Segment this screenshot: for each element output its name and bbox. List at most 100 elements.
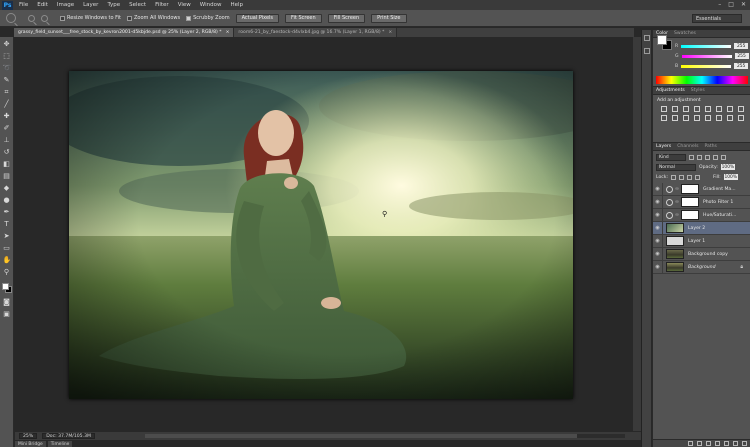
layer-mask-thumbnail[interactable] xyxy=(681,197,699,207)
menu-window[interactable]: Window xyxy=(200,2,222,8)
document-tab[interactable]: room6-21_by_faestock-d4vlxb4.jpg @ 16.7%… xyxy=(234,28,398,37)
menu-type[interactable]: Type xyxy=(107,2,120,8)
type-tool-icon[interactable]: T xyxy=(3,220,11,228)
document-image[interactable] xyxy=(69,71,573,399)
tab-swatches[interactable]: Swatches xyxy=(674,31,696,36)
minimize-button[interactable]: – xyxy=(718,1,721,8)
scrubby-zoom-checkbox[interactable]: Scrubby Zoom xyxy=(186,15,230,21)
brightness-contrast-icon[interactable] xyxy=(661,106,667,112)
zoom-tool-icon[interactable] xyxy=(6,13,16,23)
brush-tool-icon[interactable]: ✐ xyxy=(3,124,11,132)
print-size-button[interactable]: Print Size xyxy=(371,13,407,23)
posterize-icon[interactable] xyxy=(705,115,711,121)
checkbox-box[interactable] xyxy=(127,15,132,21)
layer-row-photo-filter[interactable]: ◉ ∞ Photo Filter 1 xyxy=(653,195,750,209)
tab-adjustments[interactable]: Adjustments xyxy=(656,88,685,93)
kind-filter-select[interactable]: Kind xyxy=(656,153,686,161)
lock-transparent-icon[interactable] xyxy=(671,174,677,180)
eye-icon[interactable]: ◉ xyxy=(653,208,663,222)
move-tool-icon[interactable]: ✥ xyxy=(3,40,11,48)
exposure-icon[interactable] xyxy=(694,106,700,112)
checkbox-box-checked[interactable] xyxy=(186,15,192,21)
clone-stamp-tool-icon[interactable]: ⊥ xyxy=(3,136,11,144)
trash-icon[interactable] xyxy=(742,441,747,446)
eyedropper-tool-icon[interactable]: ╱ xyxy=(3,100,11,108)
selective-color-icon[interactable] xyxy=(738,115,744,121)
menu-image[interactable]: Image xyxy=(57,2,74,8)
blur-tool-icon[interactable]: ◆ xyxy=(3,184,11,192)
curves-icon[interactable] xyxy=(683,106,689,112)
opacity-input[interactable]: 100% xyxy=(720,164,735,170)
eraser-tool-icon[interactable]: ◧ xyxy=(3,160,11,168)
menu-view[interactable]: View xyxy=(178,2,191,8)
menu-edit[interactable]: Edit xyxy=(37,2,48,8)
document-horizontal-scrollbar[interactable] xyxy=(145,434,625,438)
link-layers-icon[interactable] xyxy=(688,441,693,446)
document-tab-active[interactable]: grassy_field_sunset___free_stock_by_kevr… xyxy=(14,28,235,37)
filter-pixel-icon[interactable] xyxy=(689,154,694,160)
marquee-tool-icon[interactable]: ⬚ xyxy=(3,52,11,60)
layer-mask-thumbnail[interactable] xyxy=(681,210,699,220)
red-slider[interactable] xyxy=(681,44,732,48)
crop-tool-icon[interactable]: ⌗ xyxy=(3,88,11,96)
history-panel-icon[interactable] xyxy=(643,35,650,41)
menu-file[interactable]: File xyxy=(19,2,28,8)
new-group-icon[interactable] xyxy=(724,441,729,446)
menu-select[interactable]: Select xyxy=(129,2,146,8)
lock-position-icon[interactable] xyxy=(687,174,693,180)
layer-row-layer-1[interactable]: ◉ Layer 1 xyxy=(653,234,750,248)
layer-row-background[interactable]: ◉ Background 🔒︎ xyxy=(653,260,750,274)
layer-thumbnail[interactable] xyxy=(666,236,684,246)
eye-icon[interactable]: ◉ xyxy=(653,221,663,235)
zoom-tool-icon[interactable]: ⚲ xyxy=(3,268,11,276)
tab-layers[interactable]: Layers xyxy=(656,144,671,149)
canvas-area[interactable]: ⚲ xyxy=(15,38,633,431)
green-value[interactable]: 255 xyxy=(734,53,749,59)
layer-row-hue-saturation[interactable]: ◉ ∞ Hue/Saturati... xyxy=(653,208,750,222)
channel-mixer-icon[interactable] xyxy=(672,115,678,121)
path-select-tool-icon[interactable]: ➤ xyxy=(3,232,11,240)
layer-row-gradient-map[interactable]: ◉ ∞ Gradient Ma... xyxy=(653,182,750,196)
filter-adjustment-icon[interactable] xyxy=(697,154,702,160)
photo-filter-icon[interactable] xyxy=(661,115,667,121)
hue-saturation-icon[interactable] xyxy=(716,106,722,112)
eye-icon[interactable]: ◉ xyxy=(653,182,663,196)
zoom-level[interactable]: 25% xyxy=(19,433,38,439)
fit-screen-button[interactable]: Fit Screen xyxy=(285,13,322,23)
filter-smart-object-icon[interactable] xyxy=(721,154,726,160)
close-button[interactable]: ✕ xyxy=(741,1,746,8)
blue-value[interactable]: 255 xyxy=(734,63,749,69)
history-brush-tool-icon[interactable]: ↺ xyxy=(3,148,11,156)
red-value[interactable]: 255 xyxy=(734,43,749,49)
eye-icon[interactable]: ◉ xyxy=(653,195,663,209)
document-vertical-scrollbar[interactable] xyxy=(633,37,641,431)
zoom-out-icon[interactable] xyxy=(41,14,48,22)
gradient-map-icon[interactable] xyxy=(727,115,733,121)
close-icon[interactable]: × xyxy=(226,30,230,35)
eye-icon[interactable]: ◉ xyxy=(653,234,663,248)
add-mask-icon[interactable] xyxy=(706,441,711,446)
layer-row-background-copy[interactable]: ◉ Background copy xyxy=(653,247,750,261)
screen-mode-icon[interactable]: ▣ xyxy=(3,310,11,318)
invert-icon[interactable] xyxy=(694,115,700,121)
green-slider[interactable] xyxy=(681,54,732,58)
tab-paths[interactable]: Paths xyxy=(704,144,717,149)
color-swatches[interactable] xyxy=(1,282,13,294)
vibrance-icon[interactable] xyxy=(705,106,711,112)
fill-input[interactable]: 100% xyxy=(723,174,738,180)
document-size[interactable]: Doc: 37.7M/105.3M xyxy=(42,433,95,439)
layer-row-layer-2[interactable]: ◉ Layer 2 xyxy=(653,221,750,235)
layer-thumbnail[interactable] xyxy=(666,249,684,259)
healing-brush-tool-icon[interactable]: ✚ xyxy=(3,112,11,120)
eye-icon[interactable]: ◉ xyxy=(653,260,663,274)
menu-layer[interactable]: Layer xyxy=(83,2,98,8)
new-layer-icon[interactable] xyxy=(733,441,738,446)
layer-mask-thumbnail[interactable] xyxy=(681,184,699,194)
lasso-tool-icon[interactable]: ➰ xyxy=(3,64,12,72)
color-spectrum-bar[interactable] xyxy=(656,76,748,84)
menu-filter[interactable]: Filter xyxy=(155,2,169,8)
color-balance-icon[interactable] xyxy=(727,106,733,112)
pen-tool-icon[interactable]: ✒ xyxy=(3,208,11,216)
zoom-in-icon[interactable] xyxy=(28,14,35,22)
hand-tool-icon[interactable]: ✋ xyxy=(3,256,12,264)
